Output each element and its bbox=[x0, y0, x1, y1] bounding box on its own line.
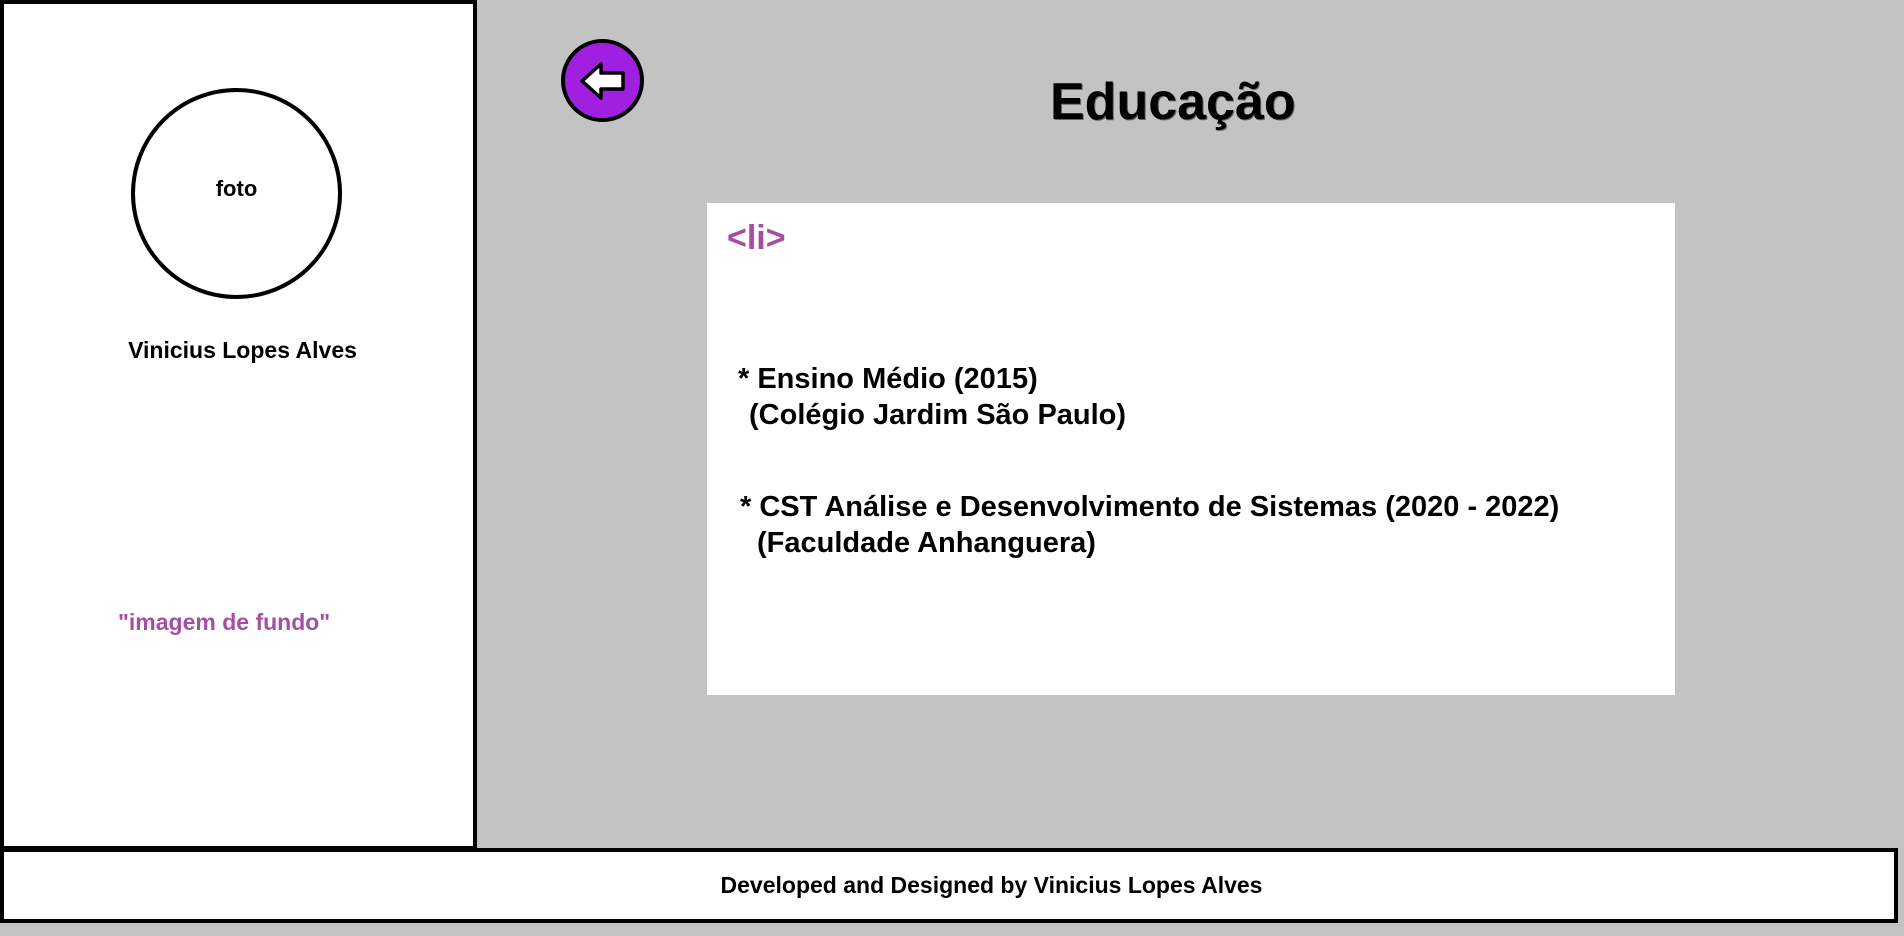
education-card: <li> * Ensino Médio (2015) (Colégio Jard… bbox=[707, 203, 1675, 695]
page: foto Vinicius Lopes Alves "imagem de fun… bbox=[0, 0, 1904, 936]
education-item-title: * CST Análise e Desenvolvimento de Siste… bbox=[740, 491, 1560, 523]
background-image-note: "imagem de fundo" bbox=[118, 609, 331, 635]
education-item-institution: (Colégio Jardim São Paulo) bbox=[749, 399, 1127, 431]
photo-label: foto bbox=[215, 175, 258, 201]
education-item: * Ensino Médio (2015) (Colégio Jardim Sã… bbox=[738, 361, 1126, 433]
education-item: * CST Análise e Desenvolvimento de Siste… bbox=[740, 489, 1559, 561]
back-button[interactable] bbox=[561, 39, 644, 122]
profile-name: Vinicius Lopes Alves bbox=[128, 337, 357, 363]
footer-credits: Developed and Designed by Vinicius Lopes… bbox=[720, 872, 1263, 898]
profile-photo: foto bbox=[131, 88, 342, 299]
page-title: Educação bbox=[1050, 73, 1296, 131]
footer: Developed and Designed by Vinicius Lopes… bbox=[0, 848, 1898, 923]
education-item-title: * Ensino Médio (2015) bbox=[738, 363, 1038, 395]
education-item-institution: (Faculdade Anhanguera) bbox=[757, 527, 1096, 559]
arrow-left-icon bbox=[579, 61, 625, 100]
sidebar: foto Vinicius Lopes Alves "imagem de fun… bbox=[0, 0, 477, 850]
li-tag-annotation: <li> bbox=[727, 219, 786, 257]
